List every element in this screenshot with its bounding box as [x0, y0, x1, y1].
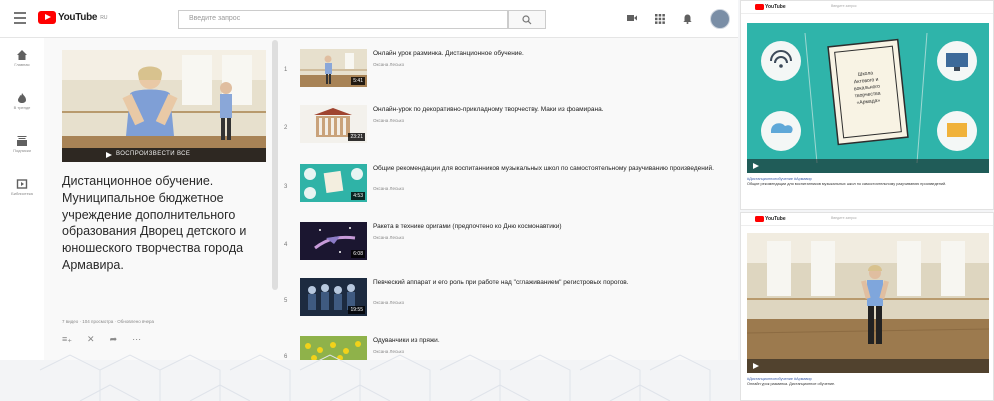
- nav-item-home[interactable]: Главная: [0, 50, 44, 67]
- nav-item-subscriptions[interactable]: Подписки: [0, 136, 44, 153]
- bell-icon[interactable]: [682, 14, 692, 24]
- mini-logo-text: YouTube: [765, 4, 786, 10]
- youtube-play-icon: [38, 11, 56, 24]
- video-duration: 19:55: [348, 306, 365, 314]
- mini-video-title: Онлайн урок разминка. Дистанционное обуч…: [747, 382, 836, 386]
- list-item[interactable]: 2 23:21 Онлайн-урок по декоративно-прикл…: [282, 105, 732, 149]
- video-channel[interactable]: Оксана Лесько: [373, 300, 404, 305]
- search-placeholder: Введите запрос: [189, 15, 241, 22]
- play-all-bar[interactable]: ВОСПРОИЗВЕСТИ ВСЕ: [62, 148, 266, 162]
- nav-label-trending: В тренде: [13, 105, 31, 110]
- mini-top-bar: YouTube Введите запрос: [741, 1, 993, 14]
- video-title[interactable]: Онлайн урок разминка. Дистанционное обуч…: [373, 50, 718, 59]
- dance-room-thumbnail: [746, 233, 990, 373]
- youtube-play-icon: [755, 4, 764, 10]
- play-all-label: ВОСПРОИЗВЕСТИ ВСЕ: [116, 151, 191, 157]
- mini-top-bar: YouTube Введите запрос: [741, 213, 993, 226]
- mini-youtube-logo[interactable]: YouTube: [755, 4, 786, 10]
- list-item[interactable]: 4 6:08 Ракета в технике оригами (предпоч…: [282, 222, 732, 266]
- list-item[interactable]: 5 19:55 Певческий аппарат и его роль при…: [282, 278, 732, 322]
- video-index: 2: [284, 125, 288, 131]
- youtube-play-icon: [755, 216, 764, 222]
- side-screenshot-1: YouTube Введите запрос Школа Актового и …: [740, 0, 994, 210]
- playlist-meta: 7 видео · 104 просмотра · Обновлено вчер…: [62, 319, 155, 324]
- video-duration: 5:41: [351, 77, 365, 85]
- mini-search-input[interactable]: Введите запрос: [831, 216, 891, 222]
- video-duration: 6:08: [351, 250, 365, 258]
- video-duration: 23:21: [348, 133, 365, 141]
- video-title[interactable]: Общие рекомендации для воспитанников муз…: [373, 165, 718, 174]
- video-channel[interactable]: Оксана Лесько: [373, 118, 404, 123]
- playlist-thumbnail[interactable]: ВОСПРОИЗВЕСТИ ВСЕ: [62, 50, 266, 162]
- search-icon: [522, 14, 532, 24]
- video-thumbnail[interactable]: 19:55: [300, 278, 367, 316]
- video-thumbnail[interactable]: 5:41: [300, 49, 367, 87]
- mini-caption-block: #Дистанционноеобучение #Армавир Общие ре…: [747, 177, 987, 187]
- fire-icon: [18, 93, 26, 103]
- dance-studio-image: [62, 50, 266, 162]
- nav-item-trending[interactable]: В тренде: [0, 93, 44, 110]
- video-index: 5: [284, 298, 288, 304]
- library-icon: [16, 179, 28, 189]
- mini-logo-text: YouTube: [765, 216, 786, 222]
- video-thumbnail[interactable]: 23:21: [300, 105, 367, 143]
- playlist-scrollbar[interactable]: [272, 40, 278, 290]
- search-input[interactable]: Введите запрос: [178, 10, 508, 29]
- subscriptions-icon: [17, 136, 27, 146]
- play-icon: [106, 152, 112, 158]
- video-duration: 4:53: [351, 192, 365, 200]
- video-index: 4: [284, 242, 288, 248]
- video-channel[interactable]: Оксана Лесько: [373, 186, 404, 191]
- logo-text: YouTube: [58, 12, 98, 23]
- video-channel[interactable]: Оксана Лесько: [373, 235, 404, 240]
- list-item[interactable]: 3 4:53 Общие рекомендации для воспитанни…: [282, 164, 732, 208]
- video-channel[interactable]: Оксана Лесько: [373, 62, 404, 67]
- board-text: Школа Актового и вокального творчества «…: [835, 68, 898, 109]
- mini-video-player[interactable]: [746, 233, 990, 373]
- apps-grid-icon[interactable]: [655, 14, 665, 24]
- list-item[interactable]: 1 5:41 Онлайн урок разминка. Дистанционн…: [282, 49, 732, 93]
- video-thumbnail[interactable]: 6:08: [300, 222, 367, 260]
- mini-caption-block: #Дистанционноеобучение #Армавир Онлайн у…: [747, 377, 987, 387]
- video-thumbnail[interactable]: 4:53: [300, 164, 367, 202]
- video-title[interactable]: Певческий аппарат и его роль при работе …: [373, 279, 718, 288]
- mini-video-title: Общие рекомендации для воспитанников муз…: [747, 182, 947, 186]
- video-camera-icon[interactable]: [627, 14, 637, 24]
- top-bar: YouTube RU Введите запрос: [0, 0, 738, 38]
- logo-region: RU: [100, 14, 108, 21]
- nav-label-home: Главная: [14, 62, 30, 67]
- home-icon: [17, 50, 27, 60]
- mini-youtube-logo[interactable]: YouTube: [755, 216, 786, 222]
- search-button[interactable]: [508, 10, 546, 29]
- playlist-title: Дистанционное обучение. Муниципальное бю…: [62, 174, 247, 272]
- video-title[interactable]: Онлайн-урок по декоративно-прикладному т…: [373, 106, 718, 115]
- side-screenshot-2: YouTube Введите запрос #Дистанционноеобу…: [740, 212, 994, 401]
- youtube-logo[interactable]: YouTube RU: [38, 11, 107, 24]
- avatar[interactable]: [710, 9, 730, 29]
- nav-label-library: Библиотека: [11, 191, 33, 196]
- nav-item-library[interactable]: Библиотека: [0, 179, 44, 196]
- video-index: 3: [284, 184, 288, 190]
- mini-search-input[interactable]: Введите запрос: [831, 4, 891, 10]
- nav-label-subscriptions: Подписки: [13, 148, 31, 153]
- video-title[interactable]: Ракета в технике оригами (предпочтено ко…: [373, 223, 718, 232]
- menu-icon[interactable]: [14, 12, 26, 24]
- mini-video-player[interactable]: Школа Актового и вокального творчества «…: [747, 23, 989, 173]
- video-index: 1: [284, 67, 288, 73]
